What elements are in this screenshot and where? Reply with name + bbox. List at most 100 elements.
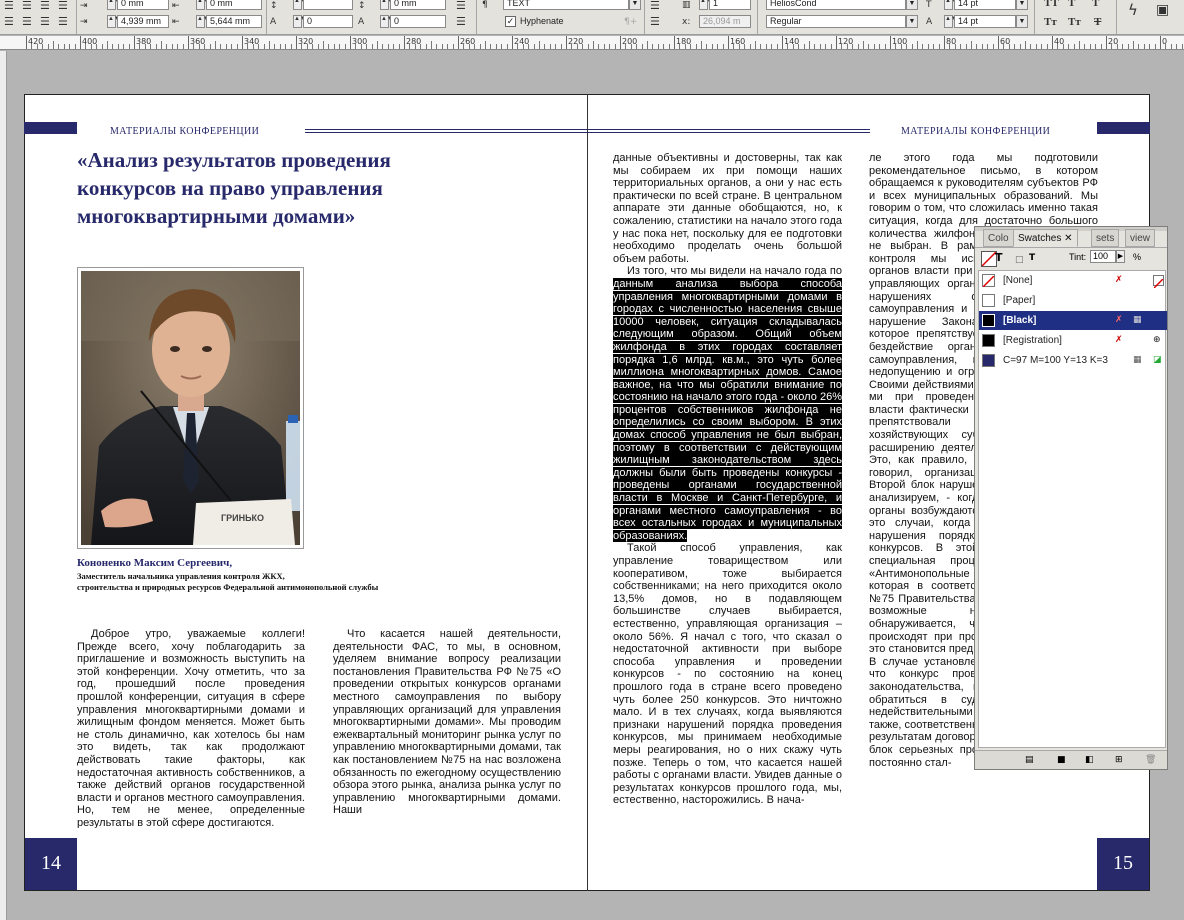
- leading-field[interactable]: 14 pt: [954, 15, 1016, 28]
- panel-menu-icon[interactable]: ▣: [1156, 3, 1169, 17]
- ruler-minor-tick: [614, 44, 616, 49]
- space-before-field[interactable]: [303, 0, 353, 10]
- drop-cap-chars-field[interactable]: 0: [390, 15, 446, 28]
- last-line-indent-spinner[interactable]: ▲▼: [196, 15, 209, 28]
- column-count-spinner[interactable]: ▲▼: [699, 0, 712, 10]
- ruler-minor-tick: [1008, 44, 1010, 49]
- left-indent-spinner[interactable]: ▲▼: [107, 0, 120, 10]
- formatting-text-icon[interactable]: T: [995, 251, 1003, 264]
- selected-text[interactable]: данным анализа выбора способа управления…: [613, 277, 842, 542]
- justify-all-icon[interactable]: ☰: [4, 16, 14, 28]
- ruler-minor-tick: [258, 44, 260, 49]
- columns-icon[interactable]: ☰: [650, 0, 660, 12]
- font-style-field[interactable]: Regular: [766, 15, 906, 28]
- quick-apply-icon[interactable]: ϟ: [1128, 3, 1138, 18]
- ruler-label: 220: [568, 37, 584, 46]
- paragraph-style-dropdown[interactable]: ▼: [629, 0, 641, 10]
- ruler-minor-tick: [528, 44, 530, 49]
- subscript-icon[interactable]: Tт: [1068, 16, 1081, 28]
- ruler-minor-tick: [857, 44, 859, 49]
- show-all-swatches-icon[interactable]: ▤: [1025, 755, 1034, 765]
- ruler-tick: [80, 36, 81, 49]
- ruler-minor-tick: [409, 44, 411, 49]
- swatch-none[interactable]: [None] ✗: [979, 271, 1167, 290]
- underline-icon[interactable]: T: [1092, 0, 1099, 9]
- swatch-name: [Registration]: [1003, 335, 1062, 346]
- align-towards-spine-icon[interactable]: ☰: [22, 16, 32, 28]
- ruler-minor-tick: [215, 41, 216, 49]
- column-count-field[interactable]: 1: [709, 0, 751, 10]
- drop-cap-lines-spinner[interactable]: ▲▼: [293, 15, 306, 28]
- strikethrough-icon[interactable]: T: [1094, 16, 1101, 28]
- tab-swatches[interactable]: Swatches ✕: [1013, 229, 1078, 247]
- new-swatch-icon[interactable]: ⊞: [1115, 755, 1123, 765]
- justify-last-icon[interactable]: ☰: [58, 16, 68, 28]
- ruler-minor-tick: [636, 44, 638, 49]
- tab-color[interactable]: Colo: [983, 229, 1014, 247]
- right-indent-field[interactable]: 0 mm: [206, 0, 262, 10]
- ruler-minor-tick: [128, 44, 130, 49]
- left-page-column-2[interactable]: Что касается нашей деятельности, деятель…: [333, 628, 561, 828]
- formatting-container-icon[interactable]: □: [1015, 255, 1024, 265]
- gutter-field[interactable]: 26,094 m: [699, 15, 751, 28]
- swatch-cmyk-navy[interactable]: C=97 M=100 Y=13 K=3 ▦ ◪: [979, 351, 1167, 370]
- align-left-icon[interactable]: ☰: [4, 0, 14, 12]
- left-indent-field[interactable]: 0 mm: [117, 0, 169, 10]
- small-caps-icon[interactable]: Tт: [1044, 16, 1057, 28]
- space-before-spinner[interactable]: ▲▼: [293, 0, 306, 10]
- leading-spinner[interactable]: ▲▼: [944, 15, 957, 28]
- ruler-minor-tick: [377, 41, 378, 49]
- clear-overrides-icon[interactable]: ¶+: [624, 16, 637, 28]
- font-size-field[interactable]: 14 pt: [954, 0, 1016, 10]
- horizontal-ruler[interactable]: 420 400 380 360 340 320 300 280 260 240 220 200 180 1…: [0, 36, 1184, 50]
- align-justify-icon[interactable]: ☰: [58, 0, 68, 12]
- hyphenate-checkbox[interactable]: ✓: [505, 16, 516, 27]
- align-right-icon[interactable]: ☰: [40, 0, 50, 12]
- align-away-spine-icon[interactable]: ☰: [40, 16, 50, 28]
- span-columns-icon[interactable]: ☰: [650, 16, 660, 28]
- tab-view[interactable]: view: [1125, 229, 1156, 247]
- tab-sets[interactable]: sets: [1091, 229, 1120, 247]
- font-family-dropdown[interactable]: ▼: [906, 0, 918, 10]
- last-line-indent-field[interactable]: 5,644 mm: [206, 15, 262, 28]
- tint-dropdown[interactable]: ▶: [1116, 250, 1125, 263]
- show-gradient-swatches-icon[interactable]: ◧: [1085, 755, 1094, 765]
- close-tab-icon[interactable]: ✕: [1064, 233, 1072, 244]
- align-center-icon[interactable]: ☰: [22, 0, 32, 12]
- cmyk-swatch-icon: [982, 354, 995, 367]
- drop-cap-chars-icon: A: [358, 17, 365, 27]
- ruler-minor-tick: [733, 44, 735, 49]
- font-size-spinner[interactable]: ▲▼: [944, 0, 957, 10]
- space-after-field[interactable]: 0 mm: [390, 0, 446, 10]
- ruler-minor-tick: [161, 41, 162, 49]
- swatch-paper[interactable]: [Paper]: [979, 291, 1167, 310]
- leading-dropdown[interactable]: ▼: [1016, 15, 1028, 28]
- ruler-minor-tick: [69, 44, 71, 49]
- first-line-indent-spinner[interactable]: ▲▼: [107, 15, 120, 28]
- first-line-indent-field[interactable]: 4,939 mm: [117, 15, 169, 28]
- vertical-ruler[interactable]: [0, 51, 7, 920]
- superscript-icon[interactable]: T: [1068, 0, 1075, 9]
- paragraph-style-field[interactable]: TEXT: [503, 0, 629, 10]
- bullets-icon[interactable]: ☰: [456, 0, 466, 12]
- space-after-spinner[interactable]: ▲▼: [380, 0, 393, 10]
- swatch-registration[interactable]: [Registration] ✗ ⊕: [979, 331, 1167, 350]
- show-color-swatches-icon[interactable]: ■: [1057, 755, 1066, 765]
- font-size-dropdown[interactable]: ▼: [1016, 0, 1028, 10]
- ruler-minor-tick: [906, 44, 908, 49]
- font-family-field[interactable]: HeliosCond: [766, 0, 906, 10]
- tint-field[interactable]: 100: [1090, 250, 1116, 263]
- drop-cap-lines-field[interactable]: 0: [303, 15, 353, 28]
- numbering-icon[interactable]: ☰: [456, 16, 466, 28]
- right-indent-spinner[interactable]: ▲▼: [196, 0, 209, 10]
- swatches-panel[interactable]: Colo Swatches ✕ sets view T □ T Tint: 10…: [974, 226, 1168, 770]
- font-style-dropdown[interactable]: ▼: [906, 15, 918, 28]
- delete-swatch-icon[interactable]: 🗑: [1145, 755, 1156, 765]
- formatting-affects-text-icon[interactable]: T: [1029, 253, 1035, 263]
- drop-cap-chars-spinner[interactable]: ▲▼: [380, 15, 393, 28]
- left-page-column-1[interactable]: Доброе утро, уважаемые коллеги! Прежде в…: [77, 628, 305, 828]
- speaker-photo-frame[interactable]: ГРИНЬКО: [77, 267, 304, 549]
- right-page-column-1[interactable]: данные объективны и достоверны, так как …: [613, 152, 842, 826]
- swatch-black[interactable]: [Black] ✗ ▦: [979, 311, 1167, 330]
- all-caps-icon[interactable]: TT: [1044, 0, 1059, 9]
